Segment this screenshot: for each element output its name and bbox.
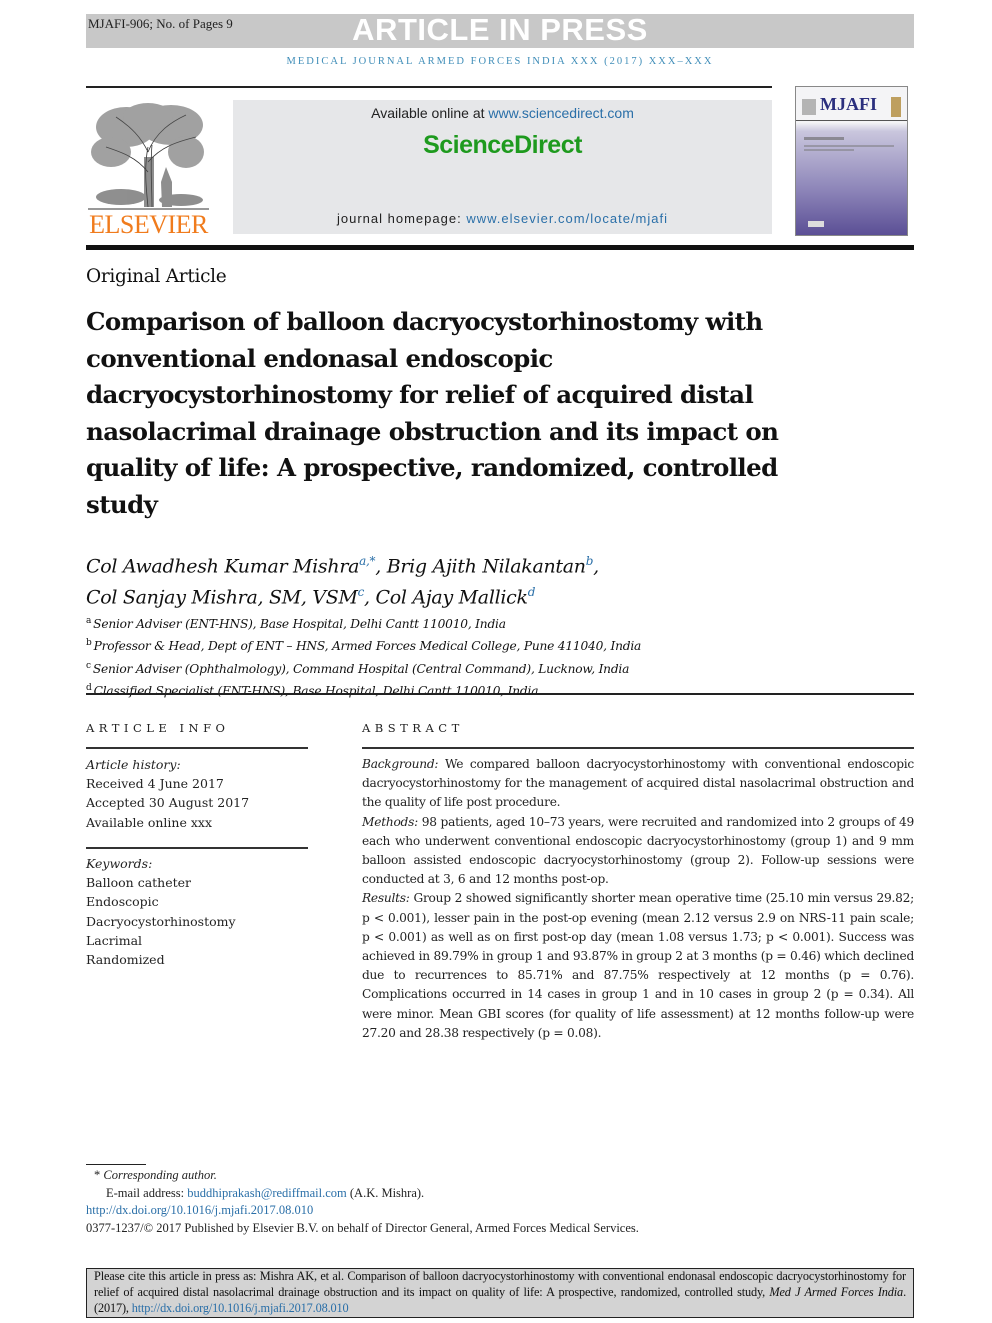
author-affiliation-link[interactable]: a,* xyxy=(359,554,375,568)
author-affiliation-link[interactable]: d xyxy=(528,585,536,599)
article-history: Article history: Received 4 June 2017 Ac… xyxy=(86,755,316,832)
abstract-body: Background: We compared balloon dacryocy… xyxy=(362,755,914,1043)
journal-homepage-line: journal homepage: www.elsevier.com/locat… xyxy=(233,211,772,226)
affiliation-list: a Senior Adviser (ENT-HNS), Base Hospital… xyxy=(86,612,846,701)
email-prefix: E-mail address: xyxy=(106,1185,188,1200)
header-bottom-rule xyxy=(86,245,914,250)
abstract-heading: ABSTRACT xyxy=(362,721,464,735)
abstract-section-text: We compared balloon dacryocystorhinostom… xyxy=(362,757,914,810)
keyword-item: Lacrimal xyxy=(86,932,143,948)
email-link[interactable]: buddhiprakash@rediffmail.com xyxy=(187,1186,347,1200)
cover-elsevier-icon xyxy=(802,99,816,115)
email-note: E-mail address: buddhiprakash@rediffmail… xyxy=(86,1185,886,1203)
doi-link[interactable]: http://dx.doi.org/10.1016/j.mjafi.2017.0… xyxy=(86,1203,313,1217)
footnote-marker: * xyxy=(94,1168,101,1182)
available-online-line: Available online at www.sciencedirect.co… xyxy=(233,105,772,121)
sciencedirect-logo-text: ScienceDirect xyxy=(423,131,582,159)
citation-text: Please cite this article in press as: Mi… xyxy=(94,1269,906,1316)
cover-emblem-icon xyxy=(891,97,901,117)
author-name: Col Ajay Mallick xyxy=(375,586,528,609)
available-online-prefix: Available online at xyxy=(371,105,489,121)
affiliation-text: Classified Specialist (ENT-HNS), Base Ho… xyxy=(93,683,539,698)
affiliation-key: b xyxy=(86,638,92,649)
corresponding-author-note: * Corresponding author. xyxy=(86,1167,886,1185)
abstract-section-label: Results: xyxy=(362,891,410,906)
article-title: Comparison of balloon dacryocystorhinost… xyxy=(86,307,779,519)
journal-homepage-link[interactable]: www.elsevier.com/locate/mjafi xyxy=(466,211,668,226)
author-separator: , xyxy=(375,555,387,578)
email-suffix: (A.K. Mishra). xyxy=(346,1185,425,1200)
article-type: Original Article xyxy=(86,266,227,287)
article-status: ARTICLE IN PRESS xyxy=(352,12,648,47)
keywords-rule xyxy=(86,847,308,849)
author-list: Col Awadhesh Kumar Mishraa,*, Brig Ajith… xyxy=(86,548,806,611)
author-separator: , xyxy=(593,555,599,578)
cover-text-line xyxy=(804,137,844,140)
abstract-background: Background: We compared balloon dacryocy… xyxy=(362,755,914,813)
author-name: Brig Ajith Nilakantan xyxy=(386,555,586,578)
copyright-line: 0377-1237/© 2017 Published by Elsevier B… xyxy=(86,1220,639,1235)
article-info-heading: ARTICLE INFO xyxy=(86,721,230,735)
abstract-section-text: Group 2 showed significantly shorter mea… xyxy=(362,891,914,1040)
article-info-rule xyxy=(86,747,308,749)
affiliation-text: Senior Adviser (ENT-HNS), Base Hospital,… xyxy=(93,617,506,632)
history-accepted: Accepted 30 August 2017 xyxy=(86,795,250,811)
affiliation-item: b Professor & Head, Dept of ENT – HNS, Ar… xyxy=(86,634,846,656)
corresponding-label: Corresponding author. xyxy=(103,1168,217,1182)
citation-journal: Med J Armed Forces India xyxy=(769,1284,904,1299)
author-affiliation-link[interactable]: b xyxy=(586,554,594,568)
affiliation-text: Senior Adviser (Ophthalmology), Command … xyxy=(92,661,630,676)
cover-title: MJAFI xyxy=(820,94,877,114)
author-name: Col Awadhesh Kumar Mishra xyxy=(86,555,360,578)
keywords-label: Keywords: xyxy=(86,856,153,871)
affiliation-item: d Classified Specialist (ENT-HNS), Base H… xyxy=(86,679,846,701)
affiliation-rule xyxy=(86,693,914,695)
elsevier-logo-text: ELSEVIER xyxy=(89,210,208,239)
cover-badge xyxy=(808,221,824,227)
affiliation-key: d xyxy=(86,682,92,693)
keyword-item: Balloon catheter xyxy=(86,875,192,891)
affiliation-key: c xyxy=(86,660,91,671)
history-label: Article history: xyxy=(86,757,181,772)
keywords: Keywords: Balloon catheter Endoscopic Da… xyxy=(86,854,316,969)
author-separator: , xyxy=(364,586,376,609)
affiliation-key: a xyxy=(86,616,92,626)
sciencedirect-link[interactable]: www.sciencedirect.com xyxy=(488,105,634,121)
affiliation-item: a Senior Adviser (ENT-HNS), Base Hospital… xyxy=(86,612,846,634)
abstract-rule xyxy=(362,747,914,749)
keyword-item: Dacryocystorhinostomy xyxy=(86,913,236,929)
abstract-section-label: Background: xyxy=(362,757,439,771)
cover-rule xyxy=(796,120,907,121)
history-available: Available online xxx xyxy=(86,814,212,830)
abstract-section-label: Methods: xyxy=(362,814,418,829)
affiliation-item: c Senior Adviser (Ophthalmology), Command… xyxy=(86,657,846,679)
header-top-rule xyxy=(86,86,772,88)
citation-doi-link[interactable]: http://dx.doi.org/10.1016/j.mjafi.2017.0… xyxy=(132,1301,349,1315)
history-received: Received 4 June 2017 xyxy=(86,776,224,792)
cover-text-line xyxy=(804,149,854,151)
footnote-rule xyxy=(86,1164,146,1165)
footnotes: * Corresponding author. E-mail address: … xyxy=(86,1167,886,1237)
abstract-methods: Methods: 98 patients, aged 10–73 years, … xyxy=(362,813,914,890)
abstract-results: Results: Group 2 showed significantly sh… xyxy=(362,889,914,1043)
keyword-item: Endoscopic xyxy=(86,894,159,910)
abstract-section-text: 98 patients, aged 10–73 years, were recr… xyxy=(362,814,914,887)
affiliation-text: Professor & Head, Dept of ENT – HNS, Arm… xyxy=(93,639,642,654)
homepage-prefix: journal homepage: xyxy=(337,211,467,226)
author-name: Col Sanjay Mishra, SM, VSM xyxy=(86,586,358,609)
journal-running-head: MEDICAL JOURNAL ARMED FORCES INDIA XXX (… xyxy=(286,56,714,67)
keyword-item: Randomized xyxy=(86,952,165,968)
cover-text-line xyxy=(804,145,894,147)
